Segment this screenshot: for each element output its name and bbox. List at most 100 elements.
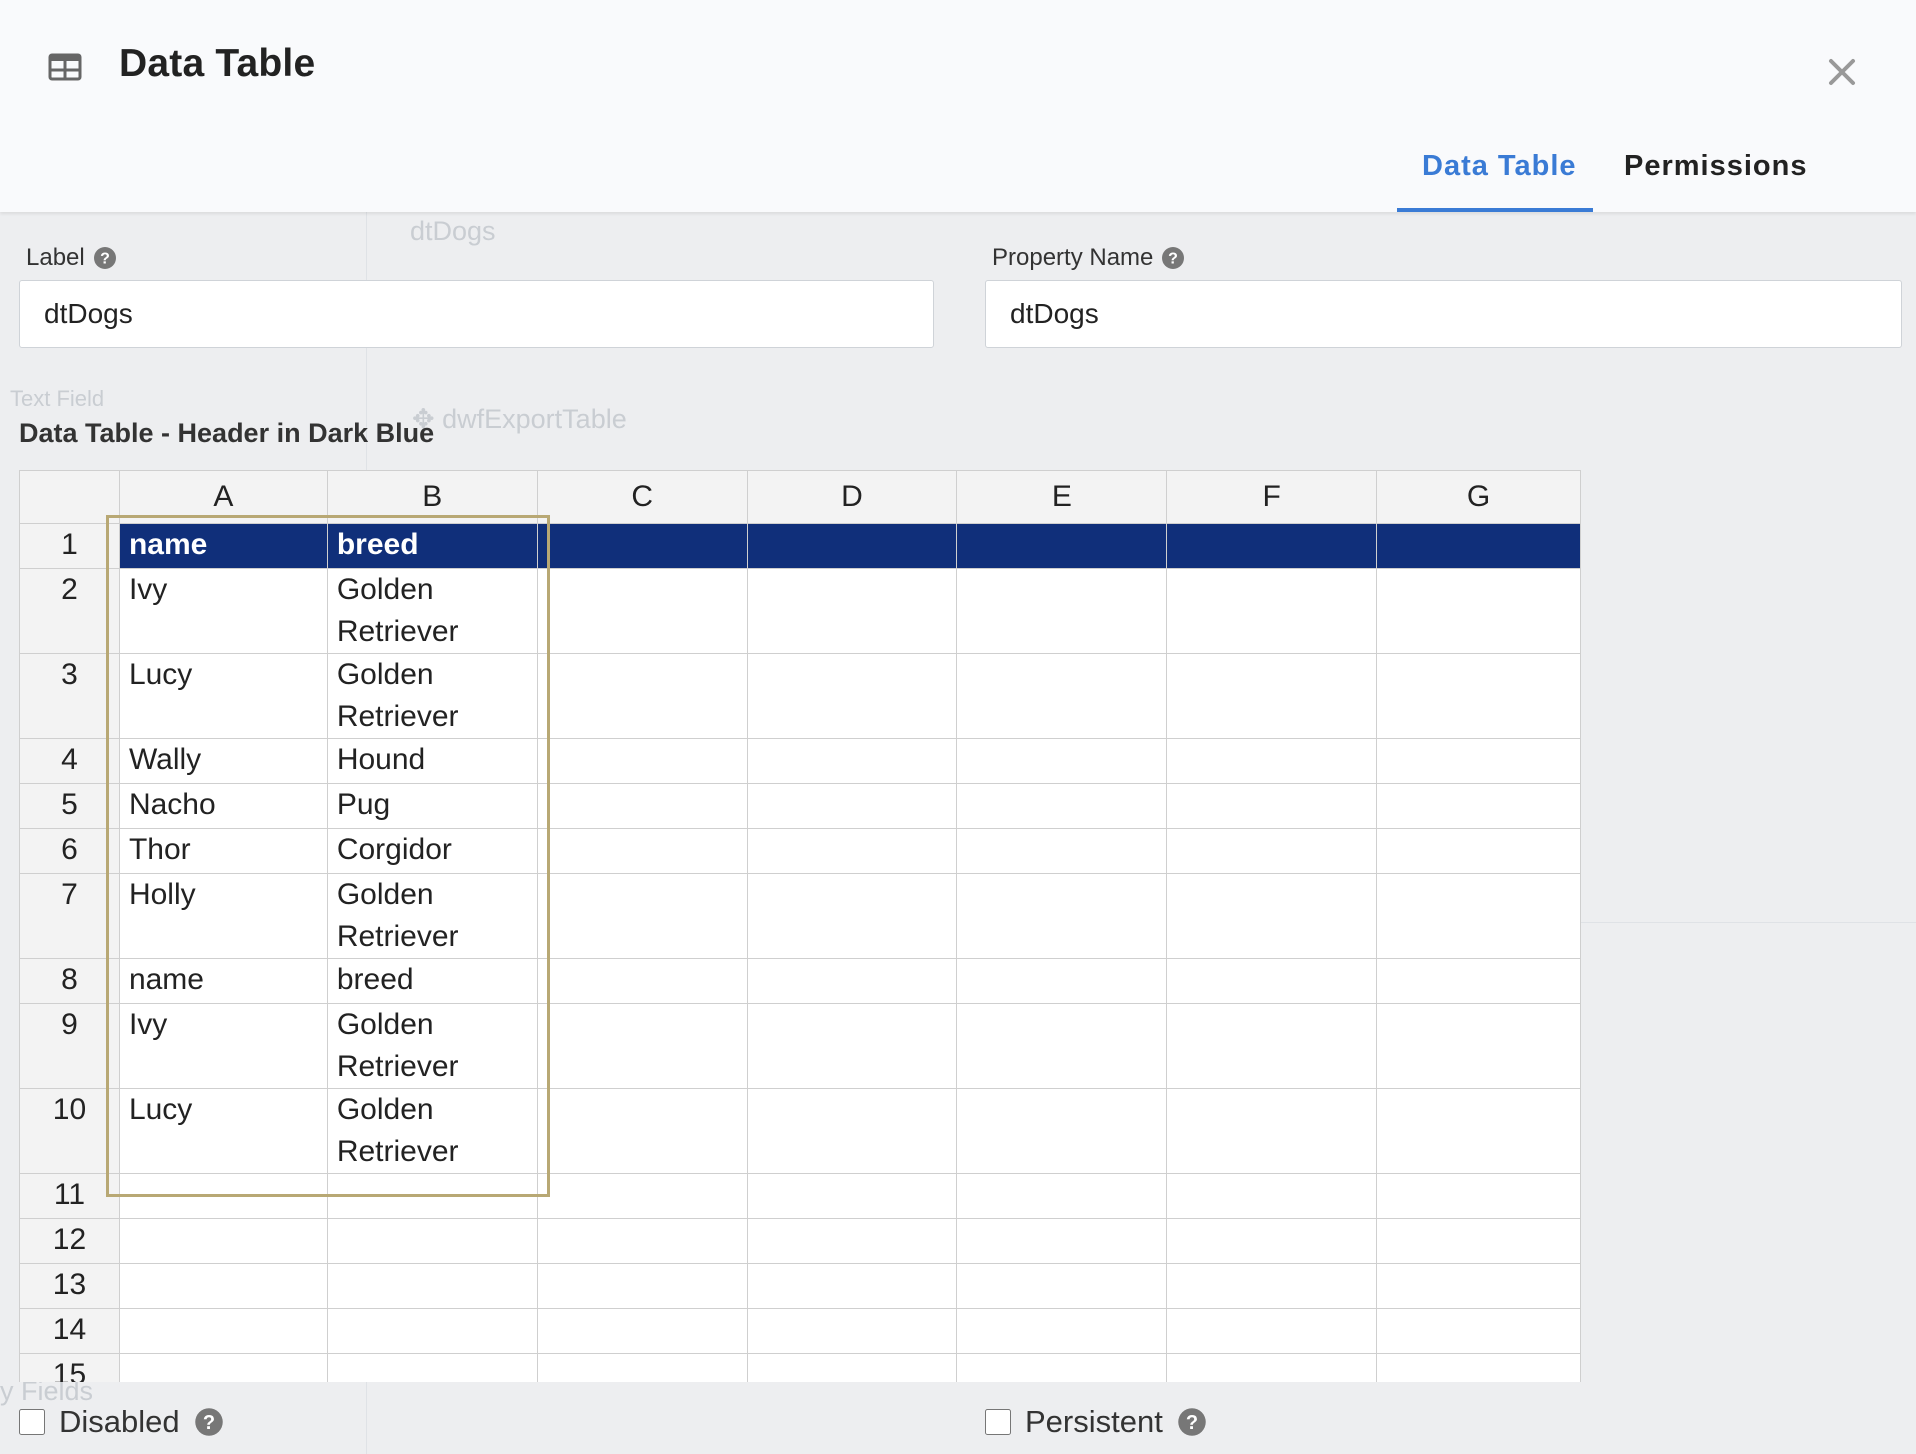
cell-empty[interactable] <box>536 568 748 654</box>
cell-empty[interactable] <box>1166 1263 1378 1309</box>
cell-a[interactable] <box>118 1308 328 1354</box>
cell-empty[interactable] <box>536 1003 748 1089</box>
cell-empty[interactable] <box>956 1308 1168 1354</box>
cell-empty[interactable] <box>956 873 1168 959</box>
cell-a[interactable]: Holly <box>118 873 328 959</box>
cell-b[interactable] <box>326 1218 538 1264</box>
cell-empty[interactable] <box>1376 958 1581 1004</box>
cell-b[interactable]: Golden Retriever <box>326 653 538 739</box>
cell-a[interactable]: Thor <box>118 828 328 874</box>
cell-empty[interactable] <box>746 1173 958 1219</box>
cell-empty[interactable] <box>1376 1088 1581 1174</box>
cell-empty[interactable] <box>536 1308 748 1354</box>
row-header[interactable]: 3 <box>19 653 120 739</box>
cell-empty[interactable] <box>536 523 748 569</box>
row-header[interactable]: 1 <box>19 523 120 569</box>
cell-empty[interactable] <box>1376 1308 1581 1354</box>
cell-b[interactable] <box>326 1263 538 1309</box>
cell-a[interactable]: name <box>118 523 328 569</box>
tab-data-table[interactable]: Data Table <box>1422 150 1577 183</box>
row-header[interactable]: 7 <box>19 873 120 959</box>
row-header[interactable]: 10 <box>19 1088 120 1174</box>
row-header[interactable]: 6 <box>19 828 120 874</box>
label-input[interactable] <box>19 280 934 348</box>
cell-empty[interactable] <box>1166 958 1378 1004</box>
row-header[interactable]: 15 <box>19 1353 120 1382</box>
column-header-g[interactable]: G <box>1376 470 1581 524</box>
row-header[interactable]: 5 <box>19 783 120 829</box>
row-header[interactable]: 2 <box>19 568 120 654</box>
cell-empty[interactable] <box>1376 828 1581 874</box>
cell-empty[interactable] <box>1376 1353 1581 1382</box>
cell-empty[interactable] <box>1166 568 1378 654</box>
cell-a[interactable] <box>118 1173 328 1219</box>
cell-a[interactable]: Lucy <box>118 653 328 739</box>
row-header[interactable]: 9 <box>19 1003 120 1089</box>
cell-empty[interactable] <box>956 958 1168 1004</box>
row-header[interactable]: 8 <box>19 958 120 1004</box>
cell-empty[interactable] <box>956 1003 1168 1089</box>
cell-empty[interactable] <box>1376 523 1581 569</box>
cell-empty[interactable] <box>1166 653 1378 739</box>
row-header[interactable]: 14 <box>19 1308 120 1354</box>
cell-empty[interactable] <box>746 783 958 829</box>
cell-a[interactable] <box>118 1263 328 1309</box>
cell-empty[interactable] <box>956 828 1168 874</box>
cell-b[interactable]: Pug <box>326 783 538 829</box>
cell-empty[interactable] <box>746 958 958 1004</box>
cell-b[interactable]: breed <box>326 523 538 569</box>
cell-a[interactable]: Ivy <box>118 568 328 654</box>
spreadsheet[interactable]: A B C D E F G 1 name breed 2 Ivy Golden Retri… <box>19 470 1581 1382</box>
question-circle-icon[interactable]: ? <box>93 246 117 270</box>
column-header-b[interactable]: B <box>326 470 538 524</box>
cell-empty[interactable] <box>1376 738 1581 784</box>
cell-empty[interactable] <box>536 873 748 959</box>
row-header[interactable]: 4 <box>19 738 120 784</box>
cell-empty[interactable] <box>1166 738 1378 784</box>
cell-empty[interactable] <box>746 828 958 874</box>
cell-a[interactable]: Nacho <box>118 783 328 829</box>
cell-empty[interactable] <box>746 1218 958 1264</box>
question-circle-icon[interactable]: ? <box>1177 1407 1207 1437</box>
cell-empty[interactable] <box>1376 1173 1581 1219</box>
cell-empty[interactable] <box>746 1003 958 1089</box>
cell-empty[interactable] <box>1166 1088 1378 1174</box>
cell-empty[interactable] <box>956 1353 1168 1382</box>
cell-empty[interactable] <box>1166 523 1378 569</box>
property-name-input[interactable] <box>985 280 1902 348</box>
cell-empty[interactable] <box>536 738 748 784</box>
cell-empty[interactable] <box>1166 783 1378 829</box>
spreadsheet-grid[interactable]: A B C D E F G 1 name breed 2 Ivy Golden Retri… <box>19 470 1581 1382</box>
close-icon[interactable] <box>1822 52 1862 92</box>
cell-empty[interactable] <box>536 653 748 739</box>
cell-b[interactable] <box>326 1353 538 1382</box>
cell-empty[interactable] <box>746 568 958 654</box>
cell-empty[interactable] <box>746 1353 958 1382</box>
cell-b[interactable]: Golden Retriever <box>326 1088 538 1174</box>
cell-b[interactable]: Corgidor <box>326 828 538 874</box>
cell-empty[interactable] <box>1376 873 1581 959</box>
cell-empty[interactable] <box>1376 1218 1581 1264</box>
question-circle-icon[interactable]: ? <box>194 1407 224 1437</box>
cell-empty[interactable] <box>956 523 1168 569</box>
cell-empty[interactable] <box>1166 828 1378 874</box>
cell-empty[interactable] <box>536 1218 748 1264</box>
cell-empty[interactable] <box>1166 873 1378 959</box>
cell-empty[interactable] <box>956 738 1168 784</box>
cell-empty[interactable] <box>746 653 958 739</box>
cell-empty[interactable] <box>1376 653 1581 739</box>
cell-empty[interactable] <box>536 783 748 829</box>
column-header-a[interactable]: A <box>118 470 328 524</box>
cell-empty[interactable] <box>1166 1173 1378 1219</box>
cell-b[interactable]: Golden Retriever <box>326 1003 538 1089</box>
cell-b[interactable] <box>326 1308 538 1354</box>
cell-empty[interactable] <box>1166 1308 1378 1354</box>
disabled-checkbox[interactable] <box>19 1409 45 1435</box>
cell-a[interactable]: Lucy <box>118 1088 328 1174</box>
cell-b[interactable]: Hound <box>326 738 538 784</box>
cell-empty[interactable] <box>746 1088 958 1174</box>
cell-empty[interactable] <box>956 568 1168 654</box>
column-header-d[interactable]: D <box>746 470 958 524</box>
cell-empty[interactable] <box>536 1263 748 1309</box>
cell-b[interactable]: breed <box>326 958 538 1004</box>
